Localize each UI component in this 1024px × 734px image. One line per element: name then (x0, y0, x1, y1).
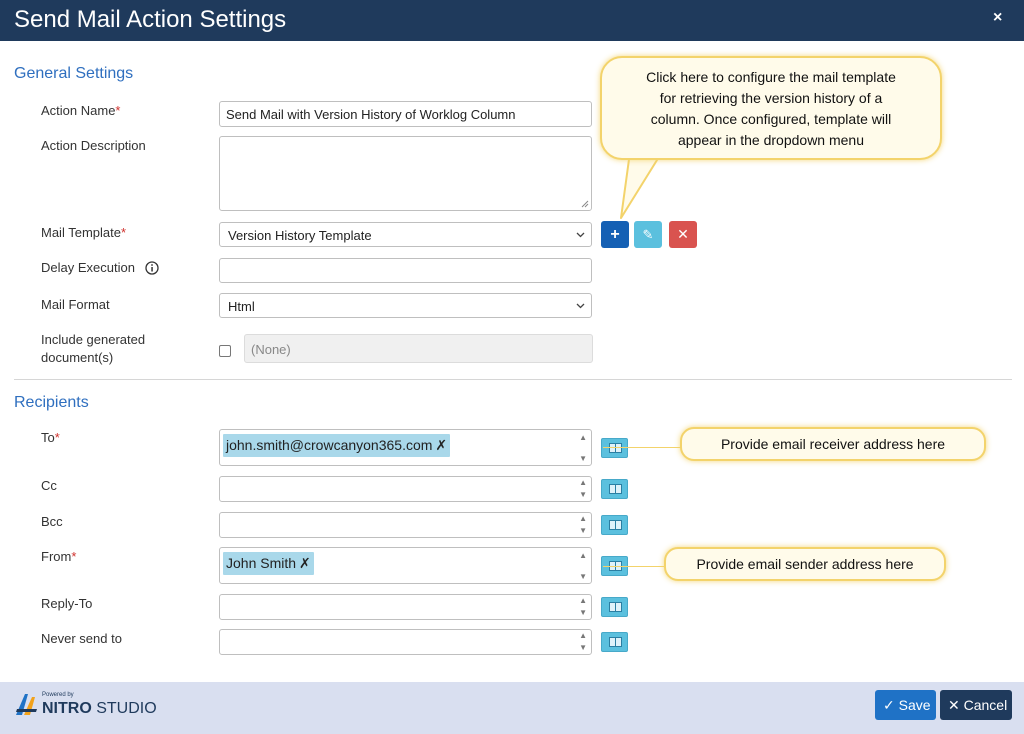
include-documents-label-line1: Include generated (41, 332, 146, 347)
callout-template-line4: appear in the dropdown menu (677, 132, 865, 148)
action-description-label: Action Description (41, 138, 146, 153)
from-sender-text: John Smith (226, 555, 297, 571)
scroll-down-icon[interactable]: ▼ (579, 608, 587, 617)
address-book-icon (609, 637, 622, 647)
callout-pointer-sender (603, 566, 665, 567)
nitro-logo-icon (16, 694, 37, 715)
callout-template-line3: column. Once configured, template will (650, 111, 892, 127)
reply-to-address-book-button[interactable] (601, 597, 628, 617)
reply-to-label: Reply-To (41, 596, 93, 611)
callout-template-tip: Click here to configure the mail templat… (600, 56, 942, 160)
dialog-footer: Powered by NITRO STUDIO ✓ Save ✕ Cancel (0, 682, 1024, 734)
save-label: Save (898, 697, 931, 713)
bcc-input[interactable]: ▲ ▼ (219, 512, 592, 538)
action-name-input[interactable]: Send Mail with Version History of Worklo… (219, 101, 592, 127)
resize-handle-icon[interactable] (581, 200, 589, 208)
cc-input[interactable]: ▲ ▼ (219, 476, 592, 502)
brand-logo: NITRO STUDIO (42, 700, 157, 718)
cc-address-book-button[interactable] (601, 479, 628, 499)
check-icon: ✓ (883, 697, 895, 713)
address-book-icon (609, 520, 622, 530)
mail-format-select[interactable]: Html (219, 293, 592, 318)
include-documents-label: Include generated document(s) (41, 331, 145, 367)
chevron-down-icon (576, 232, 585, 238)
action-description-textarea[interactable] (219, 136, 592, 211)
scroll-up-icon[interactable]: ▲ (579, 478, 587, 487)
scroll-down-icon[interactable]: ▼ (579, 572, 587, 581)
never-send-to-label: Never send to (41, 631, 122, 646)
cc-label: Cc (41, 478, 57, 493)
callout-template-line1: Click here to configure the mail templat… (646, 69, 896, 85)
cancel-button[interactable]: ✕ Cancel (940, 690, 1012, 720)
close-icon[interactable]: × (993, 9, 1002, 27)
general-settings-heading: General Settings (14, 65, 134, 82)
scroll-down-icon[interactable]: ▼ (579, 643, 587, 652)
mail-template-value: Version History Template (228, 228, 372, 243)
scroll-up-icon[interactable]: ▲ (579, 551, 587, 560)
to-recipient-token[interactable]: john.smith@crowcanyon365.com ✗ (223, 434, 451, 457)
delay-execution-label: Delay Execution (41, 260, 135, 275)
mail-template-select[interactable]: Version History Template (219, 222, 592, 247)
include-documents-value: (None) (251, 342, 291, 357)
mail-format-label: Mail Format (41, 297, 110, 312)
remove-token-icon[interactable]: ✗ (299, 555, 311, 571)
bcc-label: Bcc (41, 514, 63, 529)
add-template-button[interactable]: + (601, 221, 629, 248)
never-send-to-address-book-button[interactable] (601, 632, 628, 652)
to-label: To* (41, 430, 60, 445)
scroll-up-icon[interactable]: ▲ (579, 631, 587, 640)
info-icon[interactable] (145, 261, 159, 275)
save-button[interactable]: ✓ Save (875, 690, 936, 720)
address-book-icon (609, 443, 622, 453)
callout-sender-tip: Provide email sender address here (664, 547, 946, 581)
scroll-up-icon[interactable]: ▲ (579, 514, 587, 523)
mail-format-value: Html (228, 299, 255, 314)
recipients-heading: Recipients (14, 394, 89, 411)
pencil-icon: ✎ (642, 227, 654, 242)
from-input[interactable]: John Smith ✗ ▲ ▼ (219, 547, 592, 584)
to-input[interactable]: john.smith@crowcanyon365.com ✗ ▲ ▼ (219, 429, 592, 466)
to-recipient-text: john.smith@crowcanyon365.com (226, 437, 433, 453)
brand-nitro: NITRO (42, 700, 92, 717)
title-bar: Send Mail Action Settings × (0, 0, 1024, 41)
scroll-up-icon[interactable]: ▲ (579, 596, 587, 605)
edit-template-button[interactable]: ✎ (634, 221, 662, 248)
action-name-value: Send Mail with Version History of Worklo… (226, 107, 516, 122)
callout-pointer-receiver (603, 447, 681, 448)
delay-execution-input[interactable] (219, 258, 592, 283)
scroll-up-icon[interactable]: ▲ (579, 433, 587, 442)
dialog-title: Send Mail Action Settings (14, 6, 287, 33)
chevron-down-icon (576, 303, 585, 309)
callout-template-line2: for retrieving the version history of a (659, 90, 883, 106)
address-book-icon (609, 484, 622, 494)
include-documents-label-line2: document(s) (41, 350, 114, 365)
action-name-label: Action Name* (41, 103, 121, 118)
close-icon: ✕ (677, 226, 689, 242)
include-documents-select: (None) (244, 334, 593, 363)
close-icon: ✕ (948, 697, 960, 713)
cancel-label: Cancel (963, 697, 1008, 713)
never-send-to-input[interactable]: ▲ ▼ (219, 629, 592, 655)
bcc-address-book-button[interactable] (601, 515, 628, 535)
from-sender-token[interactable]: John Smith ✗ (223, 552, 314, 575)
callout-receiver-tip: Provide email receiver address here (680, 427, 986, 461)
address-book-icon (609, 602, 622, 612)
reply-to-input[interactable]: ▲ ▼ (219, 594, 592, 620)
scroll-down-icon[interactable]: ▼ (579, 490, 587, 499)
scroll-down-icon[interactable]: ▼ (579, 526, 587, 535)
to-address-book-button[interactable] (601, 438, 628, 458)
delete-template-button[interactable]: ✕ (669, 221, 697, 248)
remove-token-icon[interactable]: ✗ (435, 437, 447, 453)
powered-by-text: Powered by (42, 692, 74, 698)
brand-studio: STUDIO (96, 700, 157, 717)
from-label: From* (41, 549, 77, 564)
section-divider (14, 379, 1012, 380)
mail-template-label: Mail Template* (41, 225, 127, 240)
include-documents-checkbox[interactable] (219, 345, 231, 357)
scroll-down-icon[interactable]: ▼ (579, 454, 587, 463)
